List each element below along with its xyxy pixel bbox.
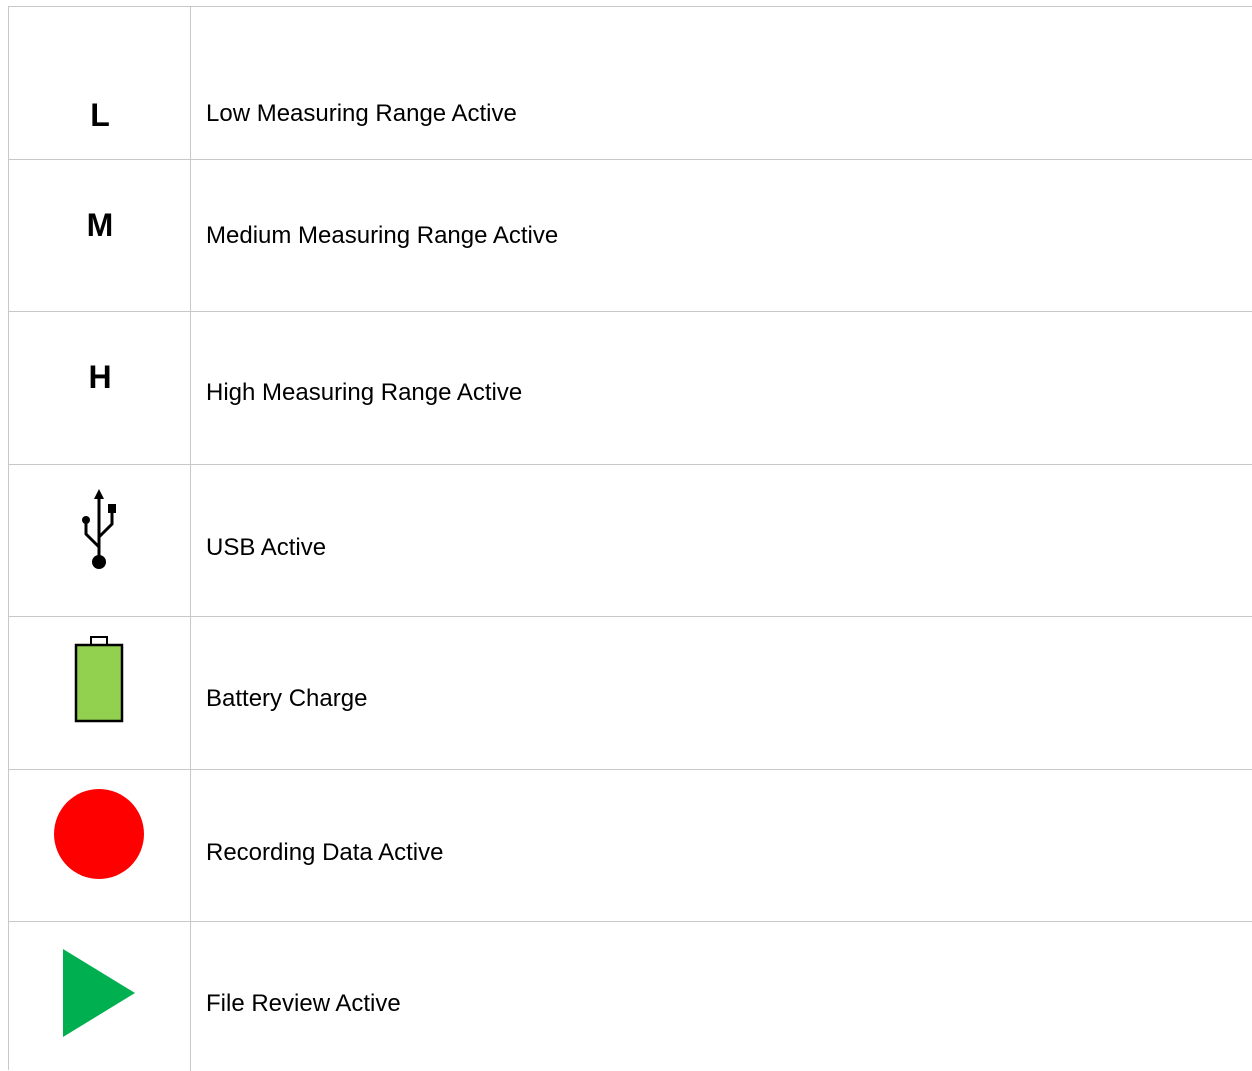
- legend-description: File Review Active: [206, 990, 401, 1017]
- usb-icon: [82, 489, 116, 569]
- record-icon: [54, 789, 144, 879]
- legend-row-medium-range: M Medium Measuring Range Active: [9, 160, 1252, 312]
- high-range-letter: H: [88, 359, 112, 395]
- legend-icon-cell: [9, 770, 191, 921]
- legend-icon-cell: [9, 465, 191, 616]
- play-icon: [63, 949, 135, 1037]
- legend-description: Medium Measuring Range Active: [206, 222, 559, 249]
- medium-range-letter: M: [86, 207, 114, 243]
- legend-icon-cell: M: [9, 160, 191, 311]
- legend-row-low-range: L Low Measuring Range Active: [9, 7, 1252, 160]
- legend-icon-cell: L: [9, 7, 191, 159]
- legend-description: High Measuring Range Active: [206, 379, 523, 406]
- legend-icon-cell: [9, 922, 191, 1071]
- legend-icon-cell: [9, 617, 191, 769]
- battery-icon: [74, 636, 124, 723]
- legend-description: Low Measuring Range Active: [206, 100, 517, 127]
- legend-row-usb: USB Active: [9, 465, 1252, 617]
- legend-row-battery: Battery Charge: [9, 617, 1252, 770]
- legend-row-file-review: File Review Active: [9, 922, 1252, 1071]
- legend-row-high-range: H High Measuring Range Active: [9, 312, 1252, 465]
- legend-description: Battery Charge: [206, 685, 368, 712]
- legend-row-recording: Recording Data Active: [9, 770, 1252, 922]
- low-range-letter: L: [90, 97, 110, 133]
- legend-icon-cell: H: [9, 312, 191, 464]
- legend-description: Recording Data Active: [206, 839, 444, 866]
- status-icon-legend-table: L Low Measuring Range Active M Medium Me…: [8, 6, 1252, 1071]
- legend-description: USB Active: [206, 534, 327, 561]
